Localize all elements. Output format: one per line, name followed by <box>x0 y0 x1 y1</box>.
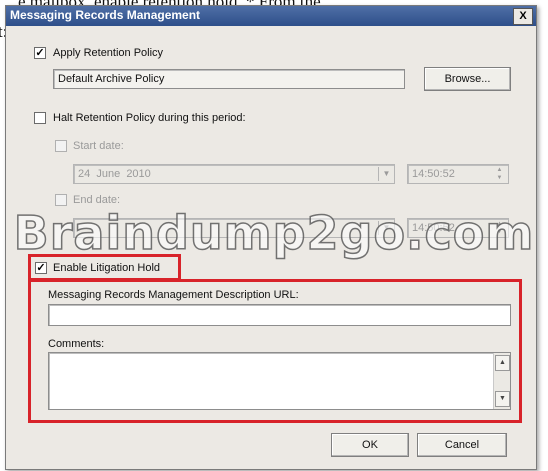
litigation-hold-label: Enable Litigation Hold <box>53 262 161 274</box>
comments-scrollbar[interactable]: ▲ ▼ <box>493 353 510 409</box>
retention-policy-value: Default Archive Policy <box>58 73 165 85</box>
checkmark-icon: ✓ <box>35 47 45 59</box>
chevron-down-icon[interactable]: ▼ <box>378 167 394 181</box>
cancel-button[interactable]: Cancel <box>417 433 507 457</box>
mrm-dialog: Messaging Records Management X ✓ Apply R… <box>5 5 537 470</box>
window-title: Messaging Records Management <box>10 8 201 22</box>
scroll-down-icon[interactable]: ▼ <box>495 391 510 407</box>
halt-retention-checkbox[interactable] <box>34 112 46 124</box>
start-date-checkbox[interactable] <box>55 140 67 152</box>
comments-textarea[interactable]: ▲ ▼ <box>48 352 511 410</box>
start-time-value: 14:50:52 <box>412 168 455 180</box>
litigation-hold-checkbox[interactable]: ✓ <box>35 262 47 274</box>
close-button[interactable]: X <box>513 8 533 25</box>
scroll-up-icon[interactable]: ▲ <box>495 355 510 371</box>
description-url-label: Messaging Records Management Description… <box>48 289 299 301</box>
halt-retention-label: Halt Retention Policy during this period… <box>53 112 246 124</box>
checkmark-icon: ✓ <box>36 262 46 274</box>
title-bar[interactable]: Messaging Records Management X <box>6 6 536 26</box>
end-time-field[interactable]: 14:50:52 ▲ ▼ <box>407 218 509 238</box>
retention-policy-field: Default Archive Policy <box>53 69 405 89</box>
start-date-picker[interactable]: 24 June 2010 ▼ <box>73 164 395 184</box>
start-date-label: Start date: <box>73 140 124 152</box>
end-time-value: 14:50:52 <box>412 222 455 234</box>
spinner-icon[interactable]: ▲ ▼ <box>493 166 506 182</box>
end-date-picker[interactable]: ▼ <box>73 218 395 238</box>
end-date-label: End date: <box>73 194 121 206</box>
browse-button[interactable]: Browse... <box>424 67 511 91</box>
ok-button[interactable]: OK <box>331 433 409 457</box>
start-time-field[interactable]: 14:50:52 ▲ ▼ <box>407 164 509 184</box>
chevron-down-icon[interactable]: ▼ <box>378 221 394 235</box>
apply-retention-checkbox[interactable]: ✓ <box>34 47 46 59</box>
spinner-icon[interactable]: ▲ ▼ <box>493 220 506 236</box>
description-url-input[interactable] <box>48 304 511 326</box>
end-date-checkbox[interactable] <box>55 194 67 206</box>
start-date-value: 24 June 2010 <box>78 168 151 180</box>
apply-retention-label: Apply Retention Policy <box>53 47 164 59</box>
comments-label: Comments: <box>48 338 105 350</box>
